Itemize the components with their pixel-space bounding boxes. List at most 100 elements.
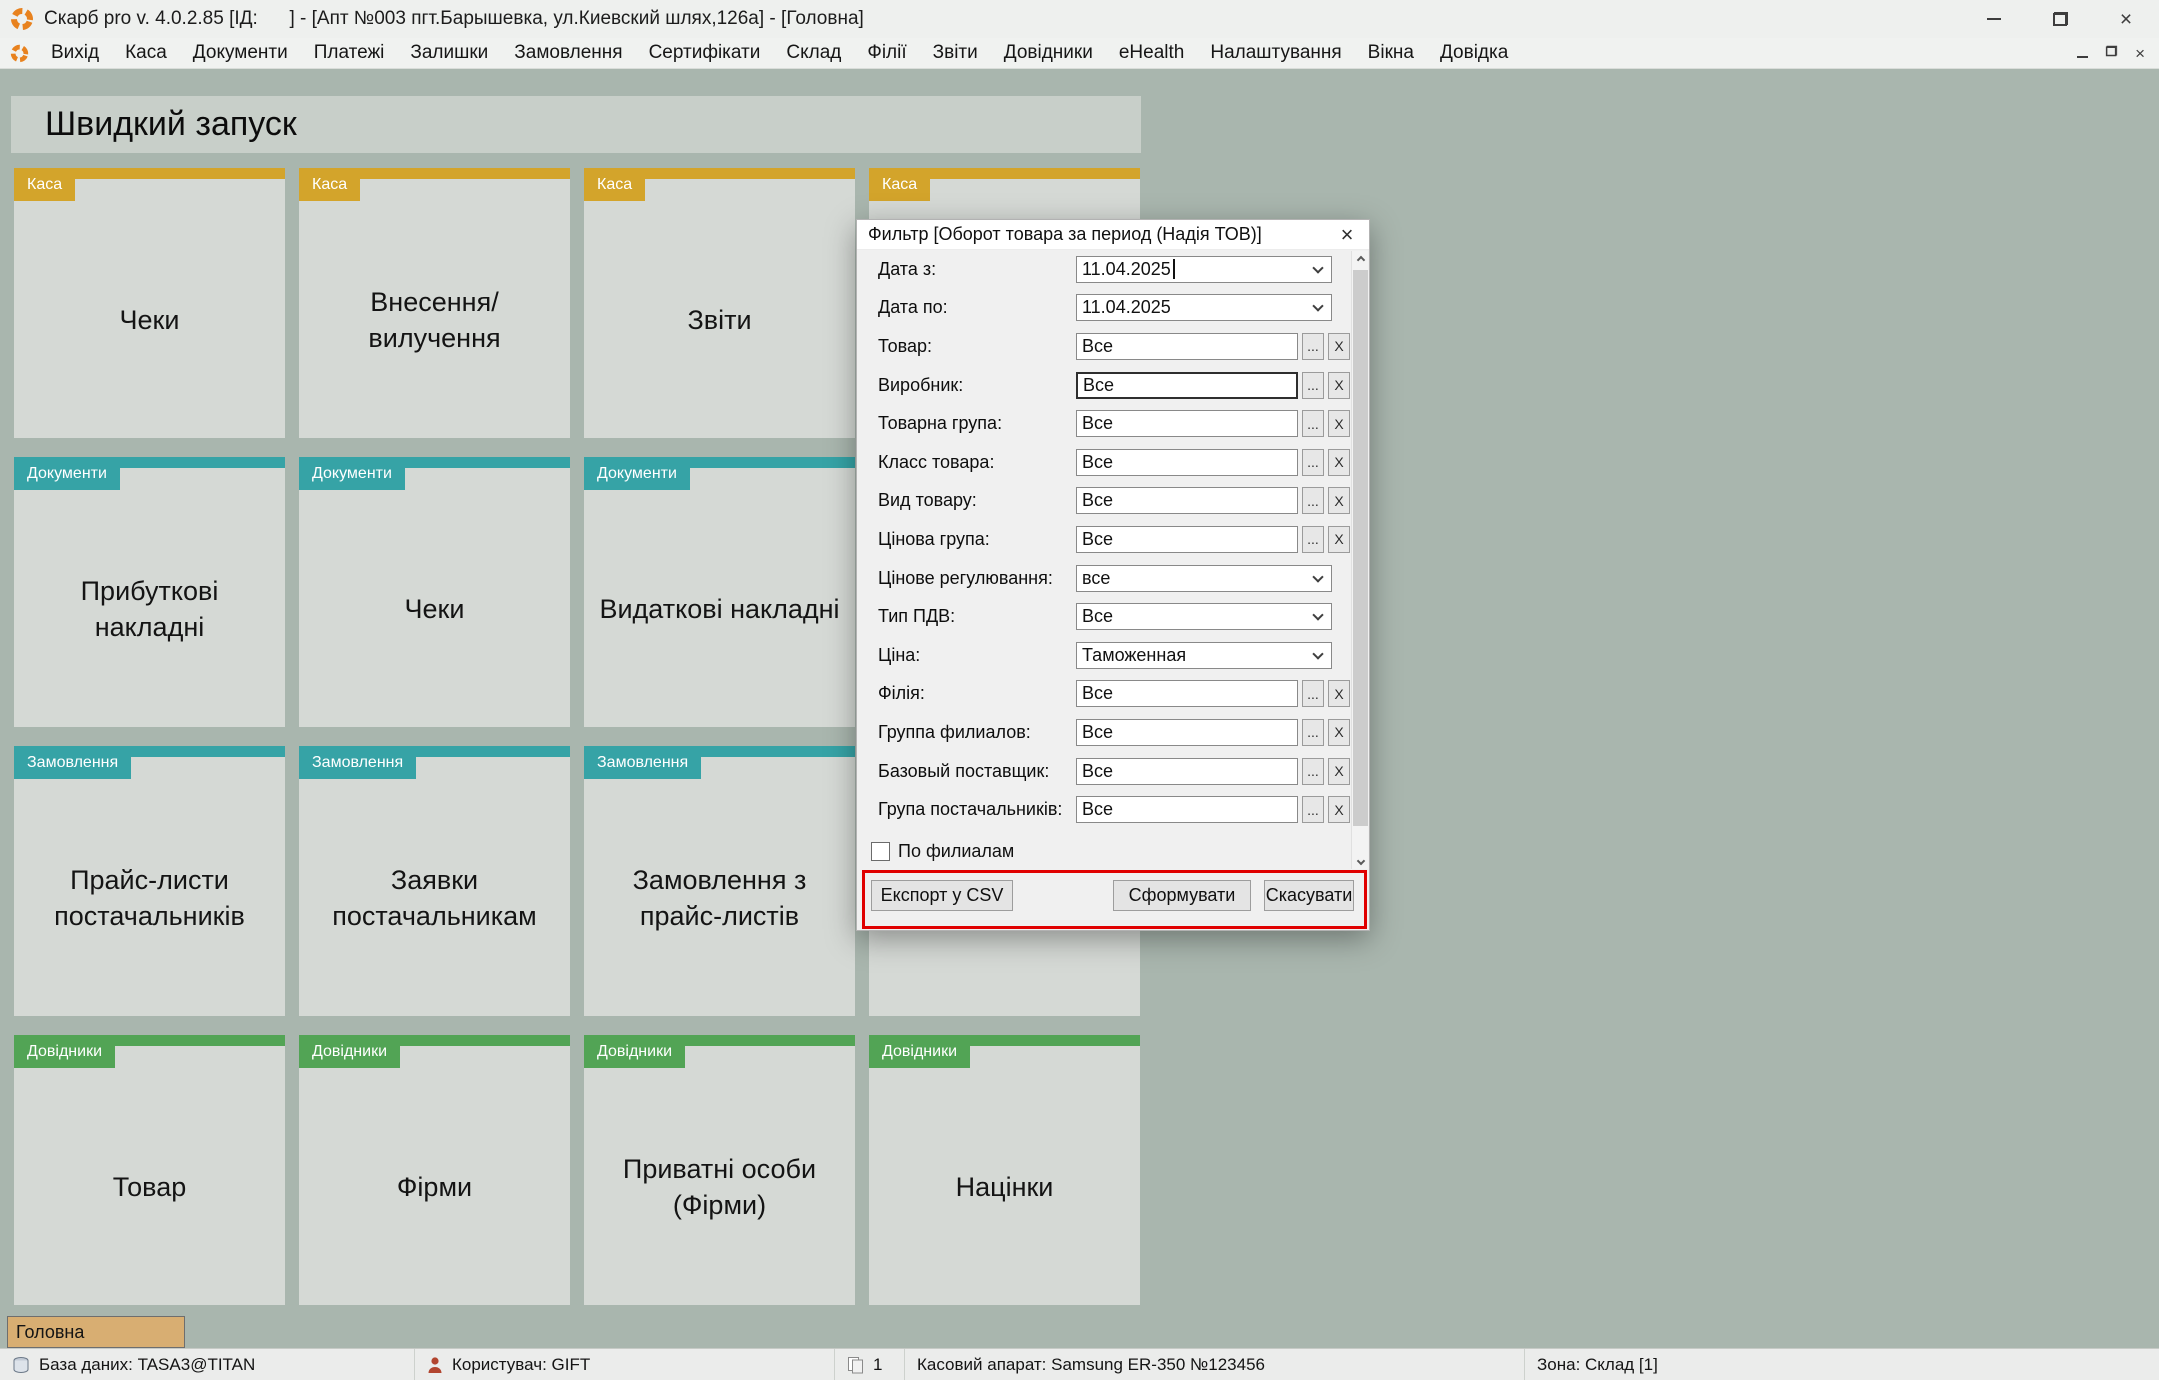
by-branches-checkbox[interactable] xyxy=(871,842,890,861)
browse-button-5[interactable]: ... xyxy=(1302,449,1324,476)
field-input-12[interactable]: Все xyxy=(1076,719,1298,746)
menu-item-7[interactable]: Склад xyxy=(773,42,854,64)
tile-15[interactable]: ДовідникиНацінки xyxy=(869,1035,1140,1305)
restore-button[interactable] xyxy=(2027,0,2093,38)
field-input-5[interactable]: Все xyxy=(1076,449,1298,476)
field-label-11: Філія: xyxy=(878,683,1074,704)
mdi-minimize-button[interactable] xyxy=(2077,45,2088,63)
menu-item-1[interactable]: Каса xyxy=(112,42,180,64)
chevron-down-icon xyxy=(1312,262,1323,273)
clear-button-12[interactable]: X xyxy=(1328,719,1350,746)
field-input-11[interactable]: Все xyxy=(1076,680,1298,707)
tab-golovna[interactable]: Головна xyxy=(7,1316,185,1348)
field-input-13[interactable]: Все xyxy=(1076,758,1298,785)
menu-item-6[interactable]: Сертифікати xyxy=(636,42,774,64)
field-value: все xyxy=(1082,568,1110,589)
menu-item-3[interactable]: Платежі xyxy=(301,42,398,64)
menu-item-10[interactable]: Довідники xyxy=(991,42,1106,64)
tile-5[interactable]: ДокументиЧеки xyxy=(299,457,570,727)
tile-9[interactable]: ЗамовленняЗаявки постачальникам xyxy=(299,746,570,1016)
clear-button-2[interactable]: X xyxy=(1328,333,1350,360)
dialog-scrollbar[interactable] xyxy=(1351,251,1368,869)
minimize-button[interactable] xyxy=(1961,0,2027,38)
cancel-button[interactable]: Скасувати xyxy=(1264,880,1354,911)
tile-label: Видаткові накладні xyxy=(596,501,843,717)
menu-item-11[interactable]: eHealth xyxy=(1106,42,1198,64)
browse-button-14[interactable]: ... xyxy=(1302,796,1324,823)
field-combo-8[interactable]: все xyxy=(1076,565,1332,592)
clear-button-5[interactable]: X xyxy=(1328,449,1350,476)
browse-button-3[interactable]: ... xyxy=(1302,372,1324,399)
browse-button-4[interactable]: ... xyxy=(1302,410,1324,437)
menu-item-4[interactable]: Залишки xyxy=(397,42,501,64)
browse-button-2[interactable]: ... xyxy=(1302,333,1324,360)
field-input-14[interactable]: Все xyxy=(1076,796,1298,823)
field-input-2[interactable]: Все xyxy=(1076,333,1298,360)
tile-14[interactable]: ДовідникиПриватні особи (Фірми) xyxy=(584,1035,855,1305)
by-branches-label: По филиалам xyxy=(898,841,1014,862)
tile-0[interactable]: КасаЧеки xyxy=(14,168,285,438)
dialog-titlebar[interactable]: Фильтр [Оборот товара за период (Надія Т… xyxy=(857,220,1369,250)
browse-button-6[interactable]: ... xyxy=(1302,487,1324,514)
field-combo-10[interactable]: Таможенная xyxy=(1076,642,1332,669)
menu-item-12[interactable]: Налаштування xyxy=(1197,42,1354,64)
field-input-4[interactable]: Все xyxy=(1076,410,1298,437)
mdi-close-button[interactable]: × xyxy=(2135,45,2145,62)
tile-label: Приватні особи (Фірми) xyxy=(596,1079,843,1295)
field-input-7[interactable]: Все xyxy=(1076,526,1298,553)
field-combo-1[interactable]: 11.04.2025 xyxy=(1076,294,1332,321)
browse-button-12[interactable]: ... xyxy=(1302,719,1324,746)
clear-button-6[interactable]: X xyxy=(1328,487,1350,514)
chevron-down-icon xyxy=(1312,571,1323,582)
tile-label: Заявки постачальникам xyxy=(311,790,558,1006)
scrollbar-thumb[interactable] xyxy=(1353,270,1368,826)
tile-1[interactable]: КасаВнесення/вилучення xyxy=(299,168,570,438)
mdi-restore-button[interactable] xyxy=(2104,44,2119,63)
menu-item-8[interactable]: Філії xyxy=(854,42,919,64)
user-icon xyxy=(427,1356,443,1374)
clear-button-11[interactable]: X xyxy=(1328,680,1350,707)
tile-6[interactable]: ДокументиВидаткові накладні xyxy=(584,457,855,727)
app-logo-icon xyxy=(10,7,34,31)
field-input-6[interactable]: Все xyxy=(1076,487,1298,514)
clear-button-4[interactable]: X xyxy=(1328,410,1350,437)
clear-button-3[interactable]: X xyxy=(1328,372,1350,399)
scroll-up-button[interactable] xyxy=(1352,251,1369,268)
browse-button-7[interactable]: ... xyxy=(1302,526,1324,553)
restore-icon xyxy=(2053,12,2068,26)
menu-item-2[interactable]: Документи xyxy=(180,42,301,64)
generate-button[interactable]: Сформувати xyxy=(1113,880,1251,911)
field-combo-9[interactable]: Все xyxy=(1076,603,1332,630)
tile-2[interactable]: КасаЗвіти xyxy=(584,168,855,438)
clear-button-7[interactable]: X xyxy=(1328,526,1350,553)
clear-button-14[interactable]: X xyxy=(1328,796,1350,823)
tile-8[interactable]: ЗамовленняПрайс-листи постачальників xyxy=(14,746,285,1016)
field-combo-0[interactable]: 11.04.2025 xyxy=(1076,256,1332,283)
scroll-down-button[interactable] xyxy=(1352,852,1369,869)
menu-item-13[interactable]: Вікна xyxy=(1355,42,1427,64)
tile-12[interactable]: ДовідникиТовар xyxy=(14,1035,285,1305)
clear-button-13[interactable]: X xyxy=(1328,758,1350,785)
menu-item-14[interactable]: Довідка xyxy=(1427,42,1521,64)
tile-10[interactable]: ЗамовленняЗамовлення з прайс-листів xyxy=(584,746,855,1016)
field-value: Таможенная xyxy=(1082,645,1186,666)
field-input-3[interactable]: Все xyxy=(1076,372,1298,399)
browse-button-11[interactable]: ... xyxy=(1302,680,1324,707)
close-button[interactable]: × xyxy=(2093,0,2159,38)
menu-item-9[interactable]: Звіти xyxy=(920,42,991,64)
dialog-close-button[interactable]: × xyxy=(1325,220,1369,250)
tile-13[interactable]: ДовідникиФірми xyxy=(299,1035,570,1305)
browse-button-13[interactable]: ... xyxy=(1302,758,1324,785)
filter-dialog: Фильтр [Оборот товара за период (Надія Т… xyxy=(856,219,1370,931)
menu-item-5[interactable]: Замовлення xyxy=(501,42,635,64)
document-icon xyxy=(847,1356,864,1374)
field-label-7: Цінова група: xyxy=(878,529,1074,550)
field-label-10: Ціна: xyxy=(878,645,1074,666)
tile-4[interactable]: ДокументиПрибуткові накладні xyxy=(14,457,285,727)
tile-label: Замовлення з прайс-листів xyxy=(596,790,843,1006)
status-cash-register-text: Касовий апарат: Samsung ER-350 №123456 xyxy=(917,1355,1265,1375)
tile-label: Внесення/вилучення xyxy=(311,212,558,428)
close-icon: × xyxy=(2120,9,2132,30)
menu-item-0[interactable]: Вихід xyxy=(38,42,112,64)
export-csv-button[interactable]: Експорт у CSV xyxy=(871,880,1013,911)
